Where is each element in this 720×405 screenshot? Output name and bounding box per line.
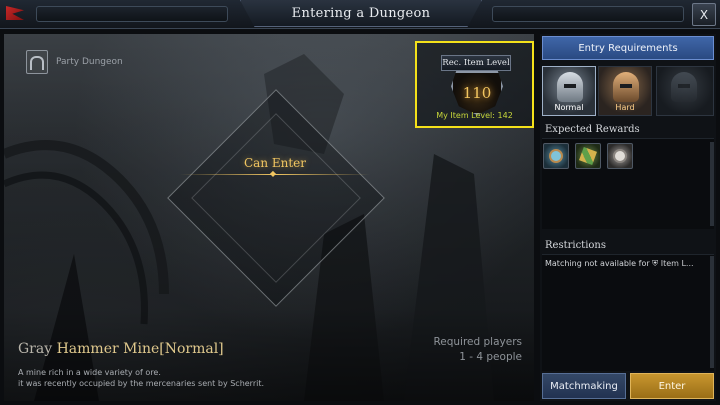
dungeon-description: A mine rich in a wide variety of ore. it… xyxy=(18,367,264,389)
entry-requirements-header: Entry Requirements xyxy=(542,36,714,60)
my-item-level: My Item Level: 142 xyxy=(436,111,513,120)
dungeon-difficulty: [Normal] xyxy=(159,341,224,357)
restriction-item: Matching not available for ⛨ Item L... xyxy=(545,259,705,269)
restrictions-scrollbar[interactable] xyxy=(710,256,714,368)
normal-helmet-icon xyxy=(557,72,583,102)
required-players-label: Required players xyxy=(433,336,522,348)
keys-icon xyxy=(579,147,597,165)
restrictions-title: Restrictions xyxy=(545,240,606,251)
restriction-text: Matching not available for xyxy=(545,259,650,268)
close-button[interactable]: X xyxy=(692,3,716,26)
rewards-list xyxy=(542,138,714,229)
difficulty-normal[interactable]: Normal xyxy=(542,66,596,116)
required-players: Required players 1 - 4 people xyxy=(433,335,522,365)
entry-sidebar: Entry Requirements Normal Hard Expected … xyxy=(540,34,716,401)
rec-item-level-panel: Rec. Item Level 110 My Item Level: 142 xyxy=(415,41,534,128)
dungeon-arch-icon xyxy=(26,50,48,74)
flag-icon xyxy=(6,6,24,20)
keys-reward-icon[interactable] xyxy=(575,143,601,169)
item-level-shield-icon: 110 xyxy=(451,71,503,115)
gem-reward-icon[interactable] xyxy=(543,143,569,169)
gem-icon xyxy=(549,149,563,163)
dungeon-title: Gray Hammer Mine[Normal] xyxy=(18,341,224,357)
dungeon-scene: Party Dungeon Can Enter ◆ Rec. Item Leve… xyxy=(4,34,534,401)
description-line-2: it was recently occupied by the mercenar… xyxy=(18,379,265,388)
required-players-value: 1 - 4 people xyxy=(459,351,522,363)
can-enter-status: Can Enter xyxy=(243,156,307,170)
title-ornament-left xyxy=(36,6,228,22)
restriction-badge: Item L... xyxy=(660,259,694,268)
difficulty-hard[interactable]: Hard xyxy=(598,66,652,116)
rewards-scrollbar[interactable] xyxy=(710,142,714,226)
matchmaking-button[interactable]: Matchmaking xyxy=(542,373,626,399)
party-dungeon-label: Party Dungeon xyxy=(56,57,123,67)
rec-item-level-label: Rec. Item Level xyxy=(441,55,511,71)
locked-helmet-icon xyxy=(671,72,697,102)
difficulty-hard-label: Hard xyxy=(615,103,635,112)
coin-reward-icon[interactable] xyxy=(607,143,633,169)
difficulty-normal-label: Normal xyxy=(554,103,584,112)
enter-button[interactable]: Enter xyxy=(630,373,714,399)
expected-rewards-title: Expected Rewards xyxy=(545,124,640,135)
hard-helmet-icon xyxy=(613,72,639,102)
description-line-1: A mine rich in a wide variety of ore. xyxy=(18,368,161,377)
restrictions-list: Matching not available for ⛨ Item L... xyxy=(542,254,714,371)
dungeon-name-part1: Gray xyxy=(18,341,57,357)
shield-icon: ⛨ xyxy=(652,259,659,268)
difficulty-locked[interactable] xyxy=(656,66,714,116)
party-dungeon-tag: Party Dungeon xyxy=(26,50,123,74)
ornament-icon: ◆ xyxy=(269,169,277,178)
window-title: Entering a Dungeon xyxy=(291,5,431,21)
dungeon-name-part2: Hammer Mine xyxy=(56,341,160,357)
title-bar: Entering a Dungeon X xyxy=(0,0,720,29)
title-plate: Entering a Dungeon xyxy=(240,0,482,27)
coin-icon xyxy=(613,149,627,163)
rec-item-level-value: 110 xyxy=(462,84,492,102)
title-ornament-right xyxy=(492,6,684,22)
